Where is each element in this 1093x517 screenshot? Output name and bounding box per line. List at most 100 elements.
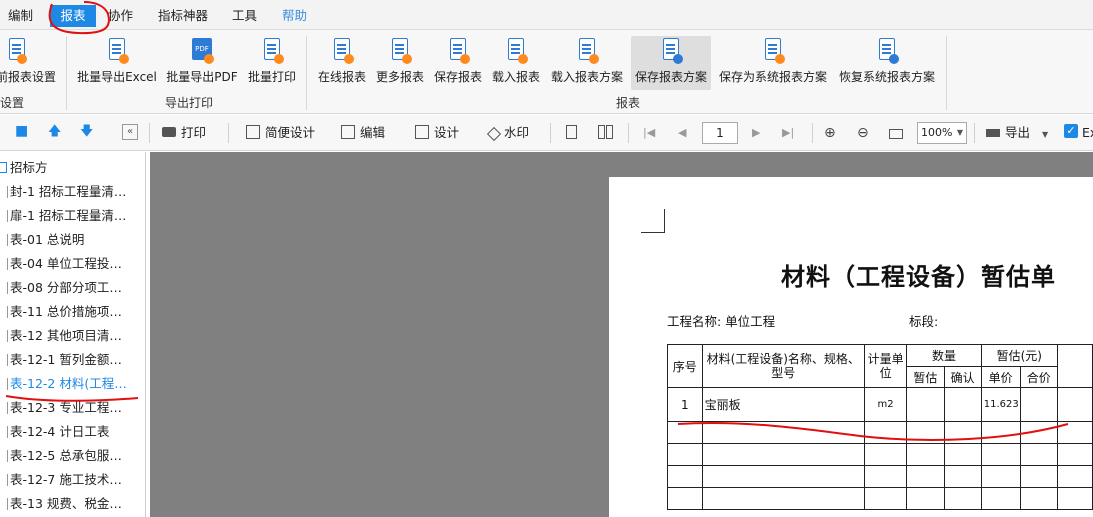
tree-item[interactable]: 表-01 总说明 [0, 229, 146, 251]
edit-button[interactable]: 编辑 [341, 123, 385, 143]
tree-item-label: 扉-1 招标工程量清… [10, 208, 127, 223]
export-button[interactable]: 导出 ▼ [986, 123, 1048, 143]
excel-checkbox[interactable]: ✓ [1064, 124, 1078, 138]
tree-line-icon [0, 426, 8, 438]
save-scheme-button[interactable]: 保存报表方案 [631, 36, 711, 90]
table-row: 1 宝丽板 m2 11.623 [667, 387, 1093, 422]
tree-line-icon [0, 258, 8, 270]
online-report-label: 在线报表 [317, 70, 366, 84]
tree-item-label: 表-12-7 施工技术… [10, 472, 122, 487]
zoom-value: 100% [921, 126, 953, 139]
toolbar: ■ 🡅 🡇 « 打印 简便设计 编辑 设计 水印 |◀ ◀ 1 ▶ ▶| ⊕ ⊖ [0, 115, 1093, 151]
group-export-print-label: 导出打印 [165, 96, 214, 110]
save-system-scheme-label: 保存为系统报表方案 [718, 70, 827, 84]
next-page-icon[interactable]: ▶ [752, 123, 760, 143]
header-qty: 数量 [906, 344, 982, 367]
tree-item[interactable]: 表-12-4 计日工表 [0, 421, 146, 443]
menu-collaborate[interactable]: 协作 [102, 5, 139, 27]
toolbar-separator [974, 123, 975, 143]
menu-edit[interactable]: 编制 [2, 5, 39, 27]
toolbar-separator [228, 123, 229, 143]
tree-item-label: 表-08 分部分项工… [10, 280, 122, 295]
zoom-select[interactable]: 100% ▼ [917, 122, 967, 144]
tree-line-icon [0, 234, 8, 246]
tree-item[interactable]: 表-04 单位工程投… [0, 253, 146, 275]
group-settings-label: 设置 [0, 96, 25, 110]
menu-help[interactable]: 帮助 [276, 5, 313, 27]
watermark-button[interactable]: 水印 [486, 123, 530, 143]
tree-item[interactable]: 封-1 招标工程量清… [0, 181, 146, 203]
tree-item[interactable]: 表-12-1 暂列金额… [0, 349, 146, 371]
header-est: 暂估(元) [980, 344, 1058, 367]
tree-item[interactable]: 扉-1 招标工程量清… [0, 205, 146, 227]
simple-design-button[interactable]: 简便设计 [246, 123, 315, 143]
export-excel-button[interactable]: 批量导出Excel [76, 36, 158, 90]
save-system-scheme-button[interactable]: 保存为系统报表方案 [717, 36, 829, 90]
settings-icon [9, 38, 37, 64]
batch-print-button[interactable]: 批量打印 [246, 36, 298, 90]
move-up-icon[interactable]: 🡅 [48, 122, 61, 144]
tree-item[interactable]: 表-12 其他项目清… [0, 325, 146, 347]
move-down-icon[interactable]: 🡇 [80, 122, 93, 144]
double-page-icon[interactable] [598, 123, 618, 143]
export-pdf-label: 批量导出PDF [166, 70, 238, 84]
tree-item[interactable]: 表-11 总价措施项… [0, 301, 146, 323]
tree-root[interactable]: 招标方 [0, 157, 142, 179]
header-total: 合价 [1019, 366, 1058, 388]
cell-qty-confirm [943, 387, 982, 422]
report-settings-button[interactable]: 前报表设置 [0, 36, 56, 90]
report-preview-area: 材料（工程设备）暂估单 工程名称: 单位工程 标段: 序号 材料(工程设备)名称… [150, 152, 1093, 517]
tree-item-label: 表-12-5 总承包服… [10, 448, 122, 463]
tree-line-icon [0, 498, 8, 510]
chevron-down-icon: ▼ [956, 128, 963, 137]
last-page-icon[interactable]: ▶| [782, 123, 794, 143]
load-report-button[interactable]: 载入报表 [490, 36, 542, 90]
tree-item-label: 表-12-4 计日工表 [10, 424, 110, 439]
print-button[interactable]: 打印 [162, 123, 206, 143]
cell-seq: 1 [667, 387, 703, 422]
single-page-icon[interactable] [566, 123, 582, 143]
tree-item[interactable]: 表-12-3 专业工程… [0, 397, 146, 419]
tree-item[interactable]: 表-12-7 施工技术… [0, 469, 146, 491]
project-name: 工程名称: 单位工程 [667, 314, 776, 329]
menu-index-tool[interactable]: 指标神器 [152, 5, 214, 27]
tree-item-label: 封-1 招标工程量清… [10, 184, 127, 199]
tree-line-icon [0, 186, 8, 198]
design-button[interactable]: 设计 [415, 123, 459, 143]
tree-item[interactable]: 表-08 分部分项工… [0, 277, 146, 299]
more-report-button[interactable]: 更多报表 [374, 36, 426, 90]
crop-mark [641, 209, 665, 233]
load-scheme-button[interactable]: 载入报表方案 [549, 36, 625, 90]
export-label: 导出 [1005, 125, 1031, 140]
design-label: 设计 [434, 125, 460, 140]
table-row [667, 421, 1093, 444]
fit-width-icon[interactable] [889, 123, 908, 143]
online-report-button[interactable]: 在线报表 [316, 36, 368, 90]
restore-system-scheme-button[interactable]: 恢复系统报表方案 [836, 36, 938, 90]
tree-item[interactable]: 表-13 规费、税金… [0, 493, 146, 515]
report-page: 材料（工程设备）暂估单 工程名称: 单位工程 标段: 序号 材料(工程设备)名称… [609, 177, 1093, 517]
header-name: 材料(工程设备)名称、规格、型号 [701, 344, 865, 388]
save-report-button[interactable]: 保存报表 [432, 36, 484, 90]
header-extra [1056, 344, 1093, 388]
export-pdf-button[interactable]: PDF 批量导出PDF [165, 36, 239, 90]
tree-item[interactable]: 表-12-5 总承包服… [0, 445, 146, 467]
tree-item[interactable]: 表-12-2 材料(工程… [0, 373, 146, 395]
watermark-label: 水印 [504, 125, 530, 140]
menu-tools[interactable]: 工具 [226, 5, 263, 27]
load-scheme-label: 载入报表方案 [550, 70, 623, 84]
prev-page-icon[interactable]: ◀ [678, 123, 686, 143]
toolbar-separator [550, 123, 551, 143]
printer-icon [162, 127, 176, 137]
batch-print-label: 批量打印 [247, 70, 296, 84]
zoom-in-icon[interactable]: ⊕ [824, 123, 836, 143]
report-settings-label: 前报表设置 [0, 70, 57, 84]
zoom-out-icon[interactable]: ⊖ [857, 123, 869, 143]
delete-icon[interactable]: ■ [15, 123, 28, 139]
table-row [667, 443, 1093, 466]
first-page-icon[interactable]: |◀ [643, 123, 655, 143]
collapse-panel-icon[interactable]: « [122, 124, 138, 140]
menu-report[interactable]: 报表 [50, 5, 96, 27]
folder-icon [0, 162, 7, 173]
page-number-input[interactable]: 1 [702, 122, 738, 144]
